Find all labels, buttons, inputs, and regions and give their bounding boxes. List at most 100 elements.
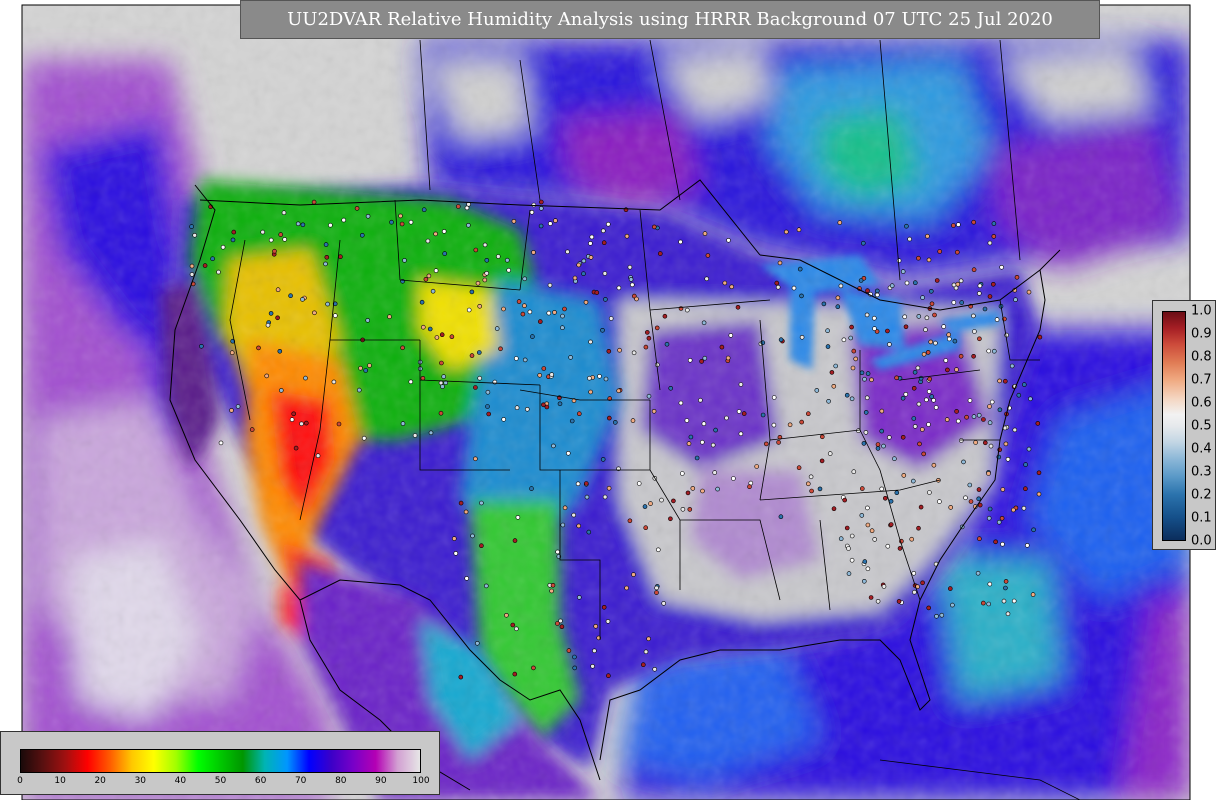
station-dot (605, 221, 611, 227)
station-dot (917, 441, 922, 447)
station-dot (989, 399, 995, 405)
station-dot (944, 417, 950, 422)
station-dot (463, 509, 469, 515)
rh-tick-label: 100 (412, 776, 430, 786)
station-dot (897, 546, 903, 551)
station-dot (945, 367, 950, 373)
station-dot (928, 288, 934, 294)
station-dot (631, 572, 636, 577)
station-dot (861, 578, 867, 584)
observation-texture (22, 5, 1190, 800)
station-dot (229, 350, 235, 356)
station-dot (1013, 297, 1018, 303)
station-dot (631, 350, 637, 356)
station-dot (926, 257, 932, 263)
station-dot (882, 495, 888, 501)
station-dot (848, 335, 854, 341)
station-dot (986, 471, 991, 476)
station-dot (275, 315, 280, 321)
station-dot (477, 375, 483, 381)
station-dot (630, 418, 636, 423)
station-dot (189, 272, 195, 277)
station-dot (293, 445, 299, 451)
station-dot (923, 327, 928, 333)
station-dot (469, 353, 475, 358)
increment-tick-label: 0.8 (1191, 349, 1212, 365)
station-dot (968, 499, 974, 504)
station-dot (1003, 579, 1009, 584)
station-dot (484, 257, 490, 263)
station-dot (299, 421, 304, 427)
station-dot (844, 392, 850, 398)
station-dot (332, 313, 338, 318)
station-dot (887, 342, 892, 347)
station-dot (249, 427, 255, 432)
station-dot (476, 350, 482, 355)
station-dot (651, 408, 657, 414)
station-dot (265, 322, 271, 328)
station-dot (654, 585, 659, 591)
station-dot (981, 417, 986, 422)
station-dot (538, 199, 544, 205)
map-figure: UU2DVAR Relative Humidity Analysis using… (0, 0, 1216, 800)
station-dot (926, 605, 932, 611)
station-dot (506, 267, 512, 273)
station-dot (977, 283, 983, 289)
station-dot (799, 293, 804, 299)
increment-tick-label: 0.1 (1191, 510, 1212, 526)
station-dot (680, 506, 686, 512)
station-dot (583, 481, 589, 486)
station-dot (977, 536, 982, 542)
station-dot (601, 604, 607, 610)
station-dot (522, 276, 528, 282)
station-dot (522, 357, 528, 363)
station-dot (954, 367, 959, 372)
station-dot (903, 391, 909, 397)
station-dot (925, 233, 930, 239)
station-dot (323, 242, 329, 247)
station-dot (541, 366, 547, 371)
increment-tick-label: 0.2 (1191, 487, 1212, 503)
station-dot (576, 523, 582, 529)
station-dot (485, 389, 491, 395)
station-dot (593, 623, 599, 629)
station-dot (597, 373, 602, 379)
station-dot (725, 355, 731, 361)
station-dot (434, 335, 440, 340)
station-dot (875, 598, 881, 604)
station-dot (1004, 332, 1009, 338)
station-dot (1002, 378, 1008, 384)
station-dot (399, 221, 405, 227)
station-dot (787, 422, 793, 428)
station-dot (958, 438, 964, 443)
station-dot (551, 443, 556, 449)
station-dot (603, 376, 609, 382)
station-dot (425, 238, 431, 244)
station-dot (875, 442, 881, 447)
station-dot (295, 221, 301, 227)
station-dot (229, 408, 234, 413)
station-dot (303, 375, 308, 381)
increment-tick-label: 0.6 (1191, 395, 1212, 411)
station-dot (323, 261, 328, 267)
station-dot (986, 515, 992, 521)
station-dot (606, 348, 612, 354)
station-dot (993, 539, 998, 545)
station-dot (987, 404, 992, 409)
station-dot (976, 412, 982, 418)
station-dot (920, 580, 925, 586)
station-dot (912, 424, 918, 429)
station-dot (331, 379, 337, 385)
station-dot (879, 486, 885, 492)
station-dot (458, 674, 464, 680)
station-dot (799, 419, 805, 425)
station-dot (256, 345, 261, 351)
station-dot (921, 351, 927, 357)
station-dot (991, 221, 997, 226)
station-dot (918, 504, 924, 510)
station-dot (412, 433, 418, 438)
station-dot (606, 673, 611, 679)
station-dot (858, 278, 864, 283)
station-dot (433, 231, 438, 237)
station-dot (601, 240, 607, 245)
